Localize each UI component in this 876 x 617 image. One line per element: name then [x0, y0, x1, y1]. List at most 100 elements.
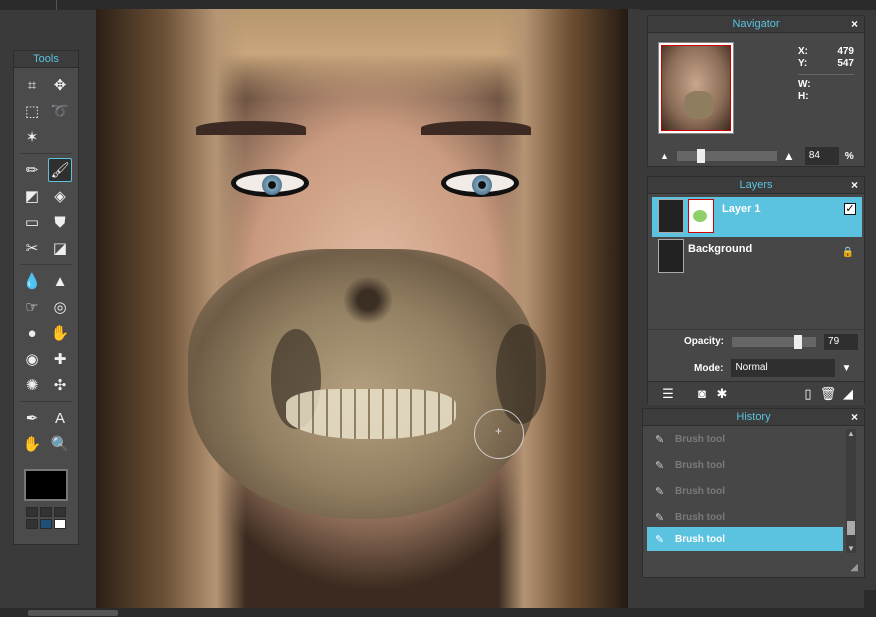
- layer-thumbnail: [658, 239, 684, 273]
- horizontal-scrollbar[interactable]: [0, 608, 876, 617]
- opacity-slider-handle[interactable]: [794, 334, 803, 349]
- brush-icon: ✎: [655, 485, 665, 498]
- spot-heal-tool-icon[interactable]: ✚: [48, 347, 72, 371]
- dodge-tool-icon[interactable]: ●: [20, 321, 44, 345]
- sharpen-tool-icon[interactable]: ▲: [48, 269, 72, 293]
- type-tool-icon[interactable]: A: [48, 406, 72, 430]
- trash-icon[interactable]: 🗑: [818, 386, 838, 402]
- brush-icon: ✎: [655, 433, 665, 446]
- color-replace-tool-icon[interactable]: ✂: [20, 236, 44, 260]
- gradient-tool-icon[interactable]: ▭: [20, 210, 44, 234]
- tool-separator: [20, 264, 72, 265]
- history-item-label: Brush tool: [675, 485, 725, 497]
- blend-mode-select[interactable]: Normal: [731, 359, 836, 377]
- lasso-tool-icon[interactable]: ➰: [48, 99, 72, 123]
- history-item-label: Brush tool: [675, 533, 725, 545]
- scroll-down-icon[interactable]: ▼: [846, 544, 856, 553]
- tools-panel: Tools ⌗ ✥ ⬚ ➰ ✶ ✏ 🖌 ◩ ◈ ▭ ⛊ ✂ ◪ 💧 ▲ ☞ ◎ ● ✋ ◉ ✚ ✺ ✣ ✒ A ✋ 🔍: [13, 50, 79, 545]
- zoom-slider[interactable]: [676, 149, 777, 163]
- clone-stamp-tool-icon[interactable]: ⛊: [48, 210, 72, 234]
- chevron-down-icon[interactable]: ▼: [841, 363, 851, 374]
- close-icon[interactable]: ×: [851, 177, 858, 194]
- mode-row: Mode: Normal ▼: [648, 357, 864, 379]
- smudge-tool-icon[interactable]: ☞: [20, 295, 44, 319]
- burn-tool-icon[interactable]: ✋: [48, 321, 72, 345]
- close-icon[interactable]: ×: [851, 409, 858, 426]
- history-item[interactable]: ✎ Brush tool: [647, 453, 843, 477]
- tool-row: ⬚ ➰: [20, 98, 72, 124]
- tool-separator: [20, 153, 72, 154]
- tool-row: ✶: [20, 124, 72, 150]
- tool-row: ✂ ◪: [20, 235, 72, 261]
- history-item-label: Brush tool: [675, 433, 725, 445]
- navigator-thumbnail[interactable]: [658, 42, 734, 134]
- zoom-out-icon[interactable]: ▲: [660, 151, 669, 161]
- mini-swatch[interactable]: [40, 507, 52, 517]
- mini-swatch-white[interactable]: [54, 519, 66, 529]
- zoom-tool-icon[interactable]: 🔍: [48, 432, 72, 456]
- crop-tool-icon[interactable]: ⌗: [20, 73, 44, 97]
- panel-gutter: [628, 9, 640, 609]
- zoom-slider-handle[interactable]: [696, 149, 705, 163]
- brush-icon: ✎: [655, 533, 665, 546]
- opacity-slider[interactable]: [732, 334, 817, 349]
- mini-swatch[interactable]: [26, 519, 38, 529]
- color-picker-tool-icon[interactable]: ✒: [20, 406, 44, 430]
- image-canvas[interactable]: [96, 9, 628, 609]
- layer-row-layer-1[interactable]: Layer 1 ✓: [652, 197, 862, 237]
- resize-icon[interactable]: ◢: [838, 386, 858, 402]
- tool-grid: ⌗ ✥ ⬚ ➰ ✶ ✏ 🖌 ◩ ◈ ▭ ⛊ ✂ ◪ 💧 ▲ ☞ ◎ ● ✋ ◉ ✚ ✺ ✣ ✒ A ✋ 🔍: [14, 68, 78, 461]
- canvas-eye-left: [231, 169, 309, 197]
- history-title: History ×: [643, 409, 864, 426]
- paint-bucket-tool-icon[interactable]: ◈: [48, 184, 72, 208]
- history-item-selected[interactable]: ✎ Brush tool: [647, 527, 843, 551]
- scroll-up-icon[interactable]: ▲: [846, 429, 856, 438]
- sponge-tool-icon[interactable]: ◎: [48, 295, 72, 319]
- layers-panel: Layers × Layer 1 ✓ Background 🔒 Opacity:…: [647, 176, 865, 405]
- mini-swatch[interactable]: [26, 507, 38, 517]
- pencil-tool-icon[interactable]: ✏: [20, 158, 44, 182]
- new-layer-icon[interactable]: ▯: [798, 386, 818, 402]
- tool-row: 💧 ▲: [20, 268, 72, 294]
- zoom-input[interactable]: 84: [804, 147, 839, 165]
- layer-mask-thumbnail[interactable]: [688, 199, 714, 233]
- resize-icon[interactable]: ◢: [850, 562, 858, 573]
- layer-settings-icon[interactable]: ☰: [658, 386, 678, 402]
- skull-nose-cavity: [344, 277, 392, 323]
- history-scrollbar[interactable]: ▲ ▼: [846, 429, 856, 553]
- brush-tool-icon[interactable]: 🖌: [48, 158, 72, 182]
- layer-row-background[interactable]: Background 🔒: [652, 237, 862, 277]
- blur-tool-icon[interactable]: 💧: [20, 269, 44, 293]
- eraser-tool-icon[interactable]: ◩: [20, 184, 44, 208]
- corner-scroll: [864, 590, 876, 610]
- x-value: 479: [837, 46, 854, 57]
- tool-row: ◩ ◈: [20, 183, 72, 209]
- zoom-controls: ▲ ▲ 84 %: [648, 144, 864, 168]
- move-tool-icon[interactable]: ✥: [48, 73, 72, 97]
- foreground-color-swatch[interactable]: [24, 469, 68, 501]
- red-eye-tool-icon[interactable]: ◉: [20, 347, 44, 371]
- mini-swatch-blue[interactable]: [40, 519, 52, 529]
- close-icon[interactable]: ×: [851, 16, 858, 33]
- horizontal-scrollbar-thumb[interactable]: [28, 610, 118, 616]
- magic-wand-tool-icon[interactable]: ✶: [20, 125, 44, 149]
- layer-mask-icon[interactable]: ◙: [692, 386, 712, 401]
- layer-name: Layer 1: [722, 203, 761, 215]
- hand-tool-icon[interactable]: ✋: [20, 432, 44, 456]
- tool-row: ✒ A: [20, 405, 72, 431]
- opacity-input[interactable]: 79: [824, 333, 859, 350]
- history-item[interactable]: ✎ Brush tool: [647, 505, 843, 529]
- history-item-label: Brush tool: [675, 459, 725, 471]
- shape-tool-icon[interactable]: ◪: [48, 236, 72, 260]
- marquee-tool-icon[interactable]: ⬚: [20, 99, 44, 123]
- pinch-tool-icon[interactable]: ✣: [48, 373, 72, 397]
- zoom-in-icon[interactable]: ▲: [783, 149, 795, 163]
- bloat-tool-icon[interactable]: ✺: [20, 373, 44, 397]
- scrollbar-thumb[interactable]: [847, 521, 855, 535]
- tool-row: ✏ 🖌: [20, 157, 72, 183]
- layer-visibility-checkbox[interactable]: ✓: [844, 203, 856, 215]
- mini-swatch[interactable]: [54, 507, 66, 517]
- layer-styles-icon[interactable]: ✱: [712, 386, 732, 402]
- history-item[interactable]: ✎ Brush tool: [647, 479, 843, 503]
- history-item[interactable]: ✎ Brush tool: [647, 427, 843, 451]
